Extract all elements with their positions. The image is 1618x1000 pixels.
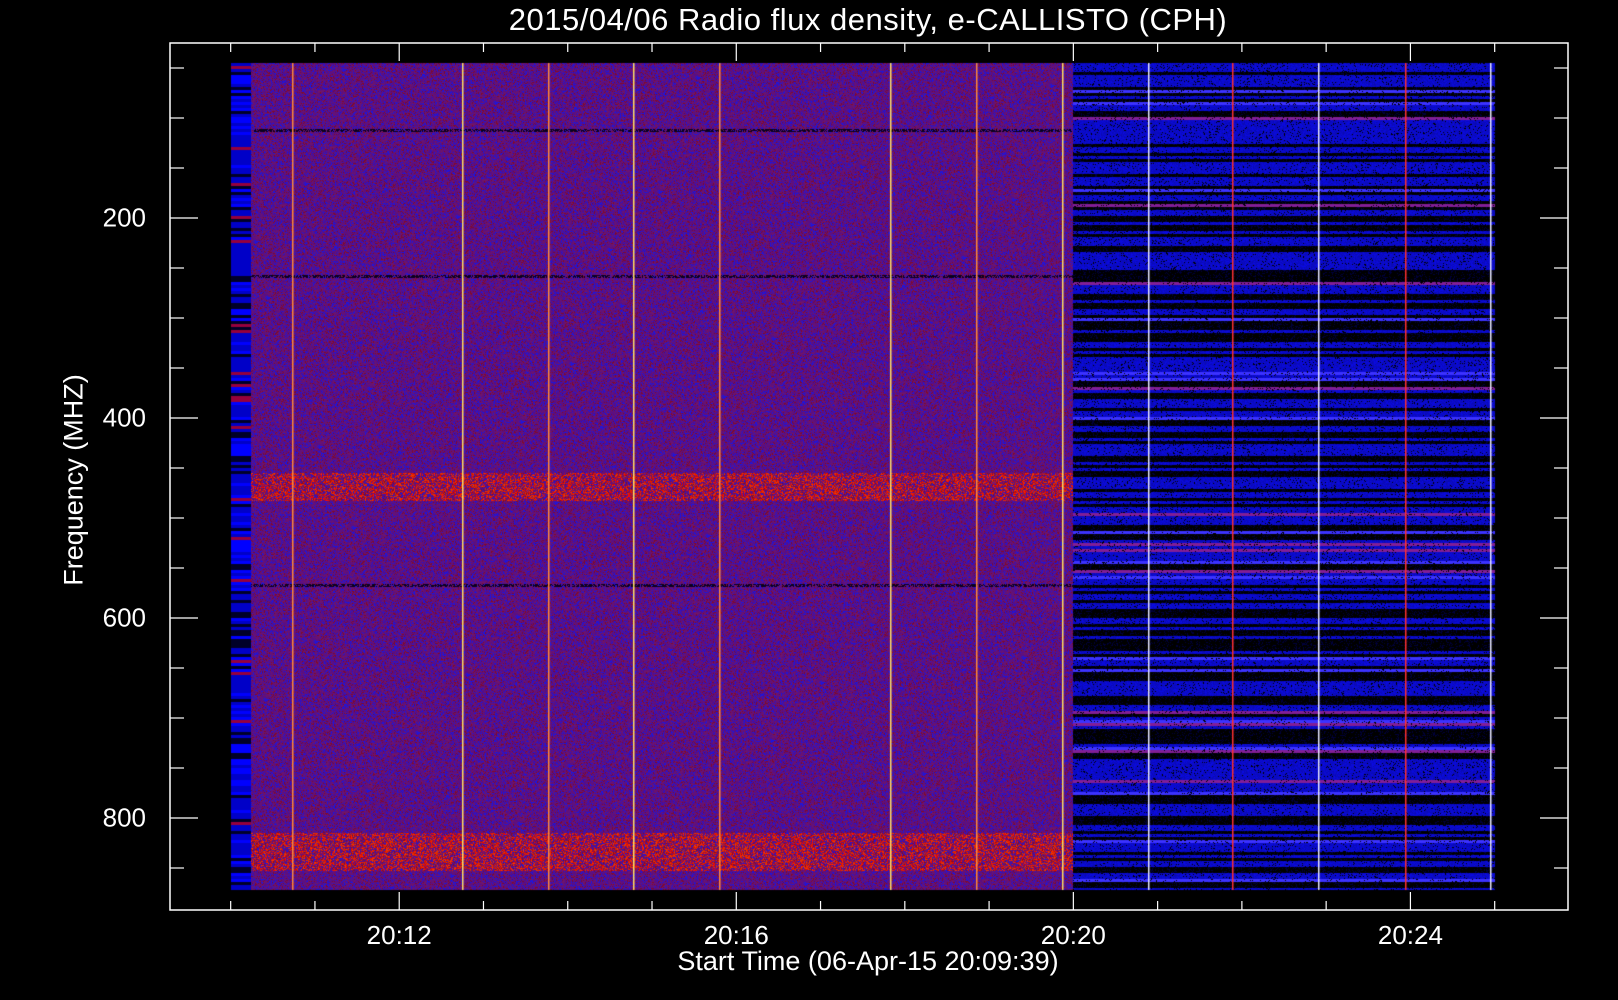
y-axis-label: Frequency (MHZ)	[58, 374, 89, 586]
x-tick-label: 20:12	[366, 920, 432, 950]
x-tick-label: 20:24	[1377, 920, 1443, 950]
y-tick-label: 400	[102, 402, 146, 433]
x-tick-label: 20:20	[1040, 920, 1106, 950]
x-axis-label: Start Time (06-Apr-15 20:09:39)	[677, 946, 1059, 976]
y-tick-label: 800	[102, 802, 146, 833]
plot-frame	[169, 42, 1569, 911]
y-tick-label: 600	[102, 602, 146, 633]
chart-title: 2015/04/06 Radio flux density, e-CALLIST…	[508, 2, 1228, 37]
y-tick-label: 200	[102, 202, 146, 233]
plot-axes	[169, 42, 1569, 911]
x-tick-label: 20:16	[703, 920, 769, 950]
